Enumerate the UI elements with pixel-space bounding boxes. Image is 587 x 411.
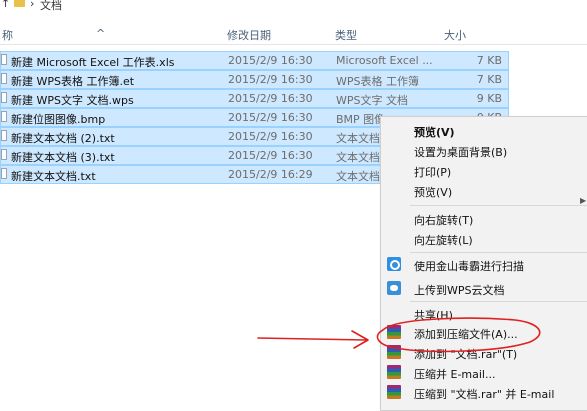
menu-item-label: 设置为桌面背景(B): [414, 146, 508, 159]
address-bar: ↑ › 文档: [0, 0, 587, 14]
file-name: 新建位图图像.bmp: [11, 113, 106, 126]
menu-item-compress-email[interactable]: 压缩并 E-mail...: [381, 363, 587, 383]
menu-item-label: 共享(H): [414, 309, 453, 322]
file-date: 2015/2/9 16:30: [228, 130, 313, 143]
file-icon: [1, 149, 7, 160]
menu-item-rotate-left[interactable]: 向左旋转(L): [381, 229, 587, 249]
winrar-icon: [387, 365, 401, 379]
file-name: 新建文本文档 (3).txt: [11, 151, 115, 164]
menu-item-scan[interactable]: 使用金山毒霸进行扫描: [381, 255, 587, 275]
file-icon: [1, 92, 7, 103]
file-icon: [1, 130, 7, 141]
column-header-size[interactable]: 大小: [444, 27, 466, 43]
menu-item-label: 预览(V): [414, 126, 455, 139]
file-name: 新建 Microsoft Excel 工作表.xls: [11, 56, 175, 69]
annotation-arrow: [257, 330, 369, 349]
file-type: 文本文档: [336, 170, 380, 183]
file-name: 新建 WPS文字 文档.wps: [11, 94, 134, 107]
file-row[interactable]: 新建 Microsoft Excel 工作表.xls 2015/2/9 16:3…: [0, 51, 509, 70]
file-date: 2015/2/9 16:30: [228, 111, 313, 124]
file-name: 新建 WPS表格 工作簿.et: [11, 75, 135, 88]
context-menu: 预览(V) 设置为桌面背景(B) 打印(P) 预览(V) 向右旋转(T) 向左旋…: [380, 116, 587, 411]
menu-item-label: 添加到压缩文件(A)...: [414, 328, 518, 341]
menu-separator: [410, 205, 587, 206]
breadcrumb-documents[interactable]: 文档: [40, 0, 62, 13]
file-date: 2015/2/9 16:30: [228, 92, 313, 105]
menu-separator: [410, 301, 587, 302]
file-name: 新建文本文档 (2).txt: [11, 132, 115, 145]
column-header-date[interactable]: 修改日期: [227, 27, 271, 43]
chevron-right-icon: ›: [30, 0, 35, 10]
file-name: 新建文本文档.txt: [11, 170, 96, 183]
menu-separator: [410, 252, 587, 253]
sort-ascending-icon: ^: [96, 27, 106, 40]
menu-item-set-desktop-background[interactable]: 设置为桌面背景(B): [381, 141, 587, 161]
menu-item-share[interactable]: 共享(H): [381, 304, 587, 324]
menu-item-label: 打印(P): [414, 166, 452, 179]
menu-item-label: 使用金山毒霸进行扫描: [414, 260, 524, 273]
file-date: 2015/2/9 16:30: [228, 54, 313, 67]
cloud-upload-icon: [387, 281, 401, 295]
file-row[interactable]: 新建 WPS文字 文档.wps 2015/2/9 16:30 WPS文字 文档 …: [0, 89, 509, 108]
column-header-bar: ^ 称 修改日期 类型 大小: [0, 22, 587, 45]
menu-item-label: 向右旋转(T): [414, 214, 474, 227]
menu-item-upload-cloud[interactable]: 上传到WPS云文档: [381, 279, 587, 299]
file-icon: [1, 73, 7, 84]
file-icon: [1, 168, 7, 179]
up-arrow-icon[interactable]: ↑: [1, 0, 10, 10]
winrar-icon: [387, 385, 401, 399]
menu-item-print[interactable]: 打印(P): [381, 161, 587, 181]
file-date: 2015/2/9 16:30: [228, 149, 313, 162]
file-size: 7 KB: [476, 73, 502, 86]
file-icon: [1, 54, 7, 65]
winrar-icon: [387, 325, 401, 339]
file-type: Microsoft Excel ...: [336, 54, 433, 67]
menu-item-add-to-rar[interactable]: 添加到 "文档.rar"(T): [381, 343, 587, 363]
file-date: 2015/2/9 16:30: [228, 73, 313, 86]
antivirus-scan-icon: [387, 257, 401, 271]
file-type: 文本文档: [336, 151, 380, 164]
menu-item-preview-default[interactable]: 预览(V): [381, 121, 587, 141]
file-type: 文本文档: [336, 132, 380, 145]
menu-item-label: 添加到 "文档.rar"(T): [414, 348, 518, 361]
file-icon: [1, 111, 7, 122]
menu-item-label: 向左旋转(L): [414, 234, 473, 247]
winrar-icon: [387, 345, 401, 359]
menu-item-rotate-right[interactable]: 向右旋转(T): [381, 209, 587, 229]
file-size: 7 KB: [476, 54, 502, 67]
menu-item-label: 上传到WPS云文档: [414, 284, 505, 297]
menu-item-label: 压缩并 E-mail...: [414, 368, 496, 381]
menu-item-label: 预览(V): [414, 186, 453, 199]
file-row[interactable]: 新建 WPS表格 工作簿.et 2015/2/9 16:30 WPS表格 工作簿…: [0, 70, 509, 89]
file-type: WPS文字 文档: [336, 94, 408, 107]
file-type: BMP 图像: [336, 113, 386, 126]
file-date: 2015/2/9 16:29: [228, 168, 313, 181]
column-header-type[interactable]: 类型: [335, 27, 357, 43]
menu-item-compress-rar-email[interactable]: 压缩到 "文档.rar" 并 E-mail: [381, 383, 587, 403]
menu-item-preview[interactable]: 预览(V): [381, 181, 587, 201]
column-header-name[interactable]: 称: [2, 27, 13, 43]
menu-item-add-to-archive[interactable]: 添加到压缩文件(A)...: [381, 323, 587, 343]
menu-item-label: 压缩到 "文档.rar" 并 E-mail: [414, 388, 555, 401]
folder-icon: [14, 0, 25, 7]
submenu-arrow-icon: ▶: [580, 196, 587, 205]
file-type: WPS表格 工作簿: [336, 75, 419, 88]
file-size: 9 KB: [476, 92, 502, 105]
